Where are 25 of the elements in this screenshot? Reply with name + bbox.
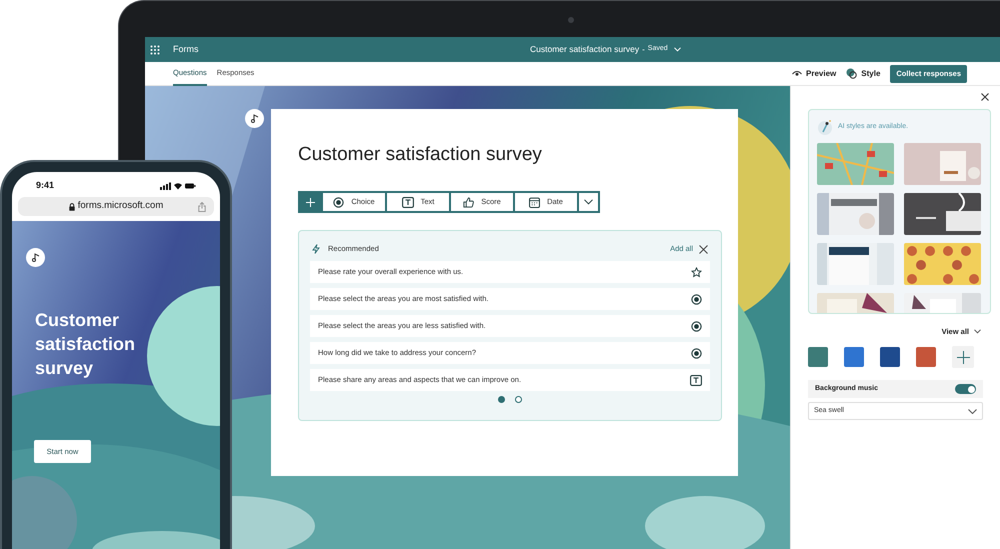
- url-text: forms.microsoft.com: [78, 199, 164, 214]
- eye-icon: [792, 70, 802, 77]
- chevron-down-icon: [968, 408, 977, 414]
- preview-button[interactable]: Preview: [806, 68, 836, 80]
- close-icon[interactable]: [981, 93, 989, 101]
- color-swatch[interactable]: [844, 347, 864, 368]
- music-note-icon: [32, 253, 40, 262]
- style-button[interactable]: Style: [861, 68, 880, 80]
- toggle-switch[interactable]: [955, 384, 976, 394]
- app-launcher-icon[interactable]: [150, 44, 160, 54]
- plus-icon: [956, 350, 970, 364]
- chevron-down-icon: [974, 329, 981, 334]
- color-swatch[interactable]: [808, 347, 828, 368]
- lock-icon: [68, 202, 75, 210]
- add-color-button[interactable]: [952, 346, 974, 368]
- brush-icon: [817, 119, 833, 135]
- palette-icon: [846, 68, 858, 79]
- app-name: Forms: [173, 42, 198, 56]
- status-time: 9:41: [36, 179, 54, 192]
- title-separator: -: [642, 44, 645, 56]
- color-swatch[interactable]: [916, 347, 936, 368]
- survey-title: Customer satisfaction survey: [530, 43, 640, 56]
- color-swatch[interactable]: [880, 347, 900, 368]
- chevron-down-icon[interactable]: [674, 47, 681, 52]
- phone-survey-title: Customer satisfaction survey: [35, 309, 136, 380]
